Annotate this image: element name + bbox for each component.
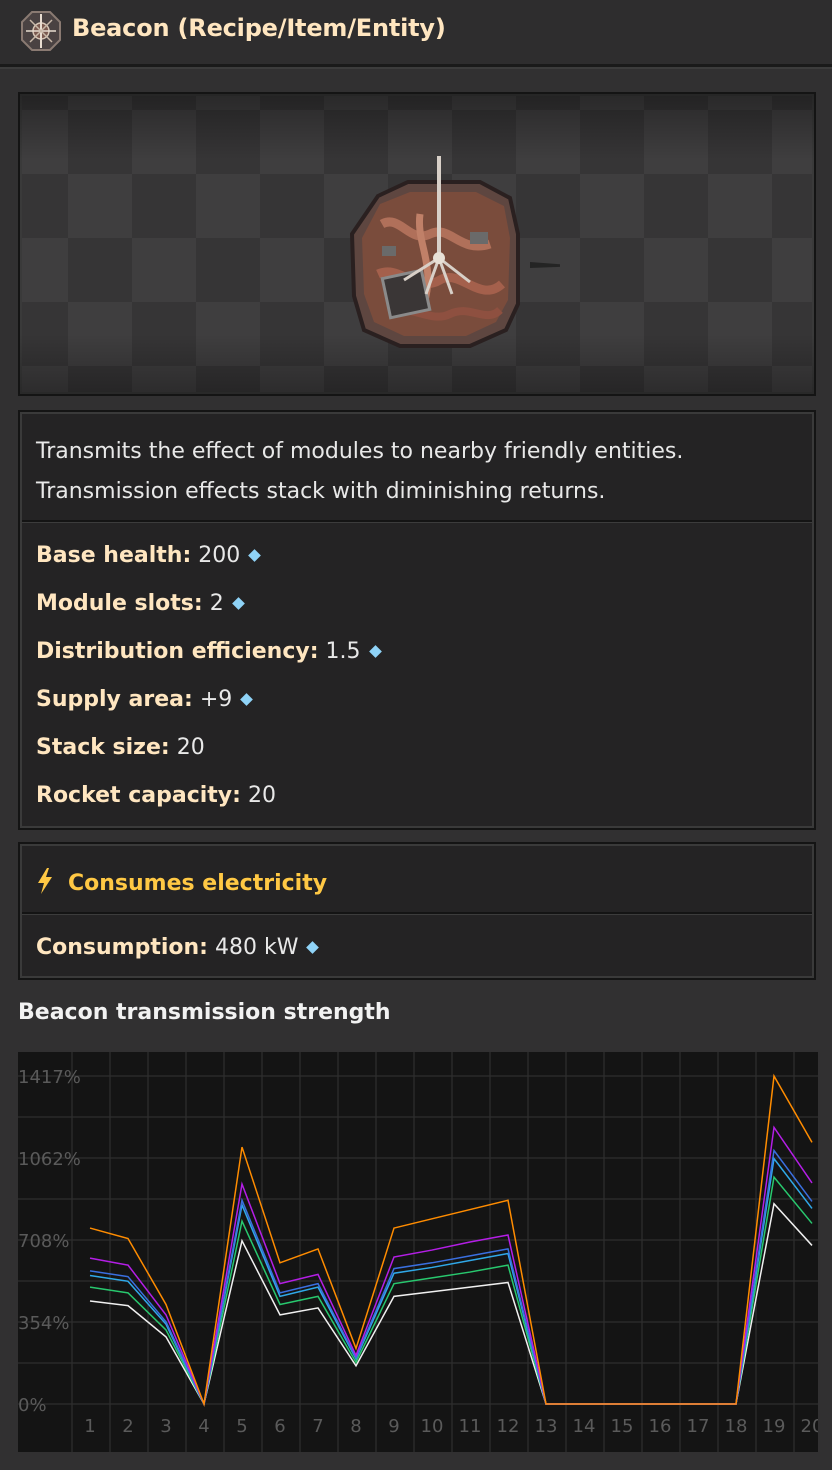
- lightning-icon: [38, 868, 52, 894]
- stat-label: Rocket capacity:: [36, 783, 241, 808]
- info-diamond-icon[interactable]: [248, 549, 262, 562]
- x-tick-label: 4: [198, 1416, 209, 1437]
- info-diamond-icon[interactable]: [231, 597, 245, 610]
- stat-value: 2: [209, 591, 224, 616]
- window-title: Beacon (Recipe/Item/Entity): [72, 14, 446, 42]
- stat-module-slots: Module slots: 2: [36, 580, 380, 628]
- stat-label: Base health:: [36, 543, 192, 568]
- x-tick-label: 16: [649, 1416, 672, 1437]
- stat-label: Stack size:: [36, 735, 170, 760]
- stat-value: 200: [198, 543, 241, 568]
- x-tick-label: 14: [573, 1416, 596, 1437]
- info-diamond-icon[interactable]: [240, 693, 254, 706]
- electricity-panel: Consumes electricity Consumption: 480 kW: [18, 842, 816, 980]
- electricity-heading: Consumes electricity: [36, 864, 327, 904]
- x-tick-label: 10: [421, 1416, 444, 1437]
- y-tick-label: 1062%: [18, 1149, 81, 1170]
- stat-label: Module slots:: [36, 591, 203, 616]
- x-tick-label: 18: [725, 1416, 748, 1437]
- beacon-icon: [21, 11, 61, 51]
- transmission-chart: 0% 354% 708% 1062% 1417% 1 2 3 4 5 6 7 8 9 10 11 12 13 14…: [18, 1052, 818, 1452]
- x-tick-label: 3: [160, 1416, 171, 1437]
- description-line: Transmits the effect of modules to nearb…: [36, 439, 684, 464]
- x-tick-label: 8: [350, 1416, 361, 1437]
- x-tick-label: 15: [611, 1416, 634, 1437]
- stat-rocket-capacity: Rocket capacity: 20: [36, 772, 380, 820]
- x-tick-label: 12: [497, 1416, 520, 1437]
- series-line: [89, 1175, 813, 1407]
- stat-value: 20: [176, 735, 205, 760]
- y-tick-label: 0%: [18, 1395, 47, 1416]
- y-tick-label: 354%: [18, 1313, 69, 1334]
- x-tick-label: 20: [801, 1416, 818, 1437]
- stat-supply-area: Supply area: +9: [36, 676, 380, 724]
- stat-value: 480 kW: [214, 935, 299, 960]
- stat-label: Distribution efficiency:: [36, 639, 319, 664]
- stat-label: Consumption:: [36, 935, 208, 960]
- y-tick-label: 708%: [18, 1231, 69, 1252]
- series-line: [89, 1202, 813, 1407]
- x-tick-label: 6: [274, 1416, 285, 1437]
- stat-value: 1.5: [325, 639, 361, 664]
- x-tick-label: 19: [763, 1416, 786, 1437]
- x-tick-label: 17: [687, 1416, 710, 1437]
- stat-value: 20: [247, 783, 276, 808]
- title-bar: Beacon (Recipe/Item/Entity): [0, 0, 832, 67]
- chart-svg: 0%354%708%1062%1417% 1 2 3 4 5 6 7 8 9 10 11 12 13 14…: [18, 1052, 818, 1452]
- entity-preview: [18, 92, 816, 396]
- y-tick-label: 1417%: [18, 1067, 81, 1088]
- divider: [22, 520, 812, 522]
- stat-consumption: Consumption: 480 kW: [36, 924, 320, 972]
- stat-base-health: Base health: 200: [36, 532, 380, 580]
- stat-stack-size: Stack size: 20: [36, 724, 380, 772]
- divider: [22, 912, 812, 914]
- x-tick-label: 5: [236, 1416, 247, 1437]
- stat-value: +9: [199, 687, 233, 712]
- x-tick-label: 1: [84, 1416, 95, 1437]
- x-tick-label: 11: [459, 1416, 482, 1437]
- description-text: Transmits the effect of modules to nearb…: [36, 432, 796, 512]
- x-tick-label: 13: [535, 1416, 558, 1437]
- info-diamond-icon[interactable]: [306, 941, 320, 954]
- series-line: [89, 1148, 813, 1407]
- x-tick-label: 2: [122, 1416, 133, 1437]
- chart-x-ticks: 1 2 3 4 5 6 7 8 9 10 11 12 13 14 15 16 17 18 19 20: [84, 1416, 818, 1437]
- x-tick-label: 9: [388, 1416, 399, 1437]
- beacon-entity-icon: [349, 156, 560, 348]
- electricity-heading-text: Consumes electricity: [68, 871, 328, 896]
- stats-list: Base health: 200 Module slots: 2 Distrib…: [36, 532, 382, 820]
- stat-distribution-efficiency: Distribution efficiency: 1.5: [36, 628, 382, 676]
- stat-label: Supply area:: [36, 687, 193, 712]
- description-line: Transmission effects stack with diminish…: [36, 479, 606, 504]
- chart-section-title: Beacon transmission strength: [18, 1000, 391, 1025]
- description-panel: Transmits the effect of modules to nearb…: [18, 410, 816, 830]
- x-tick-label: 7: [312, 1416, 323, 1437]
- info-diamond-icon[interactable]: [368, 645, 382, 658]
